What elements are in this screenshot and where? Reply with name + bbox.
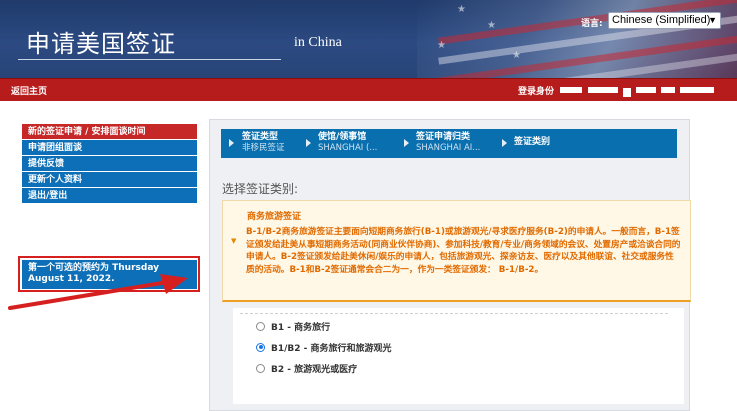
sidebar-item-new-application[interactable]: 新的签证申请 / 安排面谈时间 <box>22 124 197 140</box>
step-arrow-icon <box>502 139 507 147</box>
annotation-arrow-icon <box>8 274 188 310</box>
step-visa-type: 签证类型 非移民签证 <box>242 132 285 154</box>
step-visa-category: 签证类别 <box>514 137 550 148</box>
site-header: ★ ★ ★ ★ 申请美国签证 in China 语言: Chinese (Sim… <box>0 0 737 78</box>
sidebar-item-feedback[interactable]: 提供反馈 <box>22 156 197 172</box>
step-name: 签证申请归类 <box>416 132 471 142</box>
sidebar-item-logout[interactable]: 退出/登出 <box>22 188 197 204</box>
language-label: 语言: <box>581 19 603 29</box>
step-name: 签证类型 <box>242 132 279 142</box>
option-b1-b2[interactable]: B1/B2 - 商务旅行和旅游观光 <box>256 341 392 354</box>
caret-down-icon: ▼ <box>231 237 237 245</box>
step-value: 非移民签证 <box>242 143 285 153</box>
home-link[interactable]: 返回主页 <box>11 84 47 97</box>
info-title: 商务旅游签证 <box>247 212 302 222</box>
top-nav-bar: 返回主页 登录身份 <box>0 78 737 101</box>
radio-button-checked[interactable] <box>256 342 265 352</box>
step-name: 签证类别 <box>514 137 551 147</box>
site-subtitle: in China <box>294 35 342 50</box>
redacted-username-part <box>636 87 656 93</box>
option-label: B1/B2 - 商务旅行和旅游观光 <box>271 343 392 354</box>
sidebar-menu: 新的签证申请 / 安排面谈时间 申请团组面谈 提供反馈 更新个人资料 退出/登出 <box>22 124 197 204</box>
chevron-down-icon: ▼ <box>708 15 717 25</box>
title-underline <box>18 59 281 60</box>
step-value: SHANGHAI AI... <box>416 143 481 153</box>
step-value: SHANGHAI (... <box>318 143 378 153</box>
step-name: 使馆/领事馆 <box>318 132 367 142</box>
info-description: B-1/B-2商务旅游签证主要面向短期商务旅行(B-1)或旅游观光/寻求医疗服务… <box>246 227 681 275</box>
step-consulate: 使馆/领事馆 SHANGHAI (... <box>318 132 377 154</box>
option-b1[interactable]: B1 - 商务旅行 <box>256 320 331 333</box>
language-select[interactable]: Chinese (Simplified) ▼ <box>608 12 721 29</box>
redacted-username-part <box>680 87 714 93</box>
sidebar-item-group-interview[interactable]: 申请团组面谈 <box>22 140 197 156</box>
option-label: B1 - 商务旅行 <box>271 322 331 333</box>
progress-steps: 签证类型 非移民签证 使馆/领事馆 SHANGHAI (... 签证申请归类 S… <box>221 129 677 158</box>
redacted-username <box>560 87 582 93</box>
login-identity-label: 登录身份 <box>518 87 555 97</box>
radio-button[interactable] <box>256 363 265 373</box>
sidebar-item-update-profile[interactable]: 更新个人资料 <box>22 172 197 188</box>
language-selected-value: Chinese (Simplified) <box>612 14 711 26</box>
step-application-category: 签证申请归类 SHANGHAI AI... <box>416 132 480 154</box>
redacted-username-part <box>623 88 631 97</box>
site-title: 申请美国签证 <box>26 30 176 58</box>
radio-button[interactable] <box>256 321 265 331</box>
redacted-username-part <box>588 87 618 93</box>
section-title: 选择签证类别: <box>222 182 299 196</box>
redacted-username-part <box>661 87 675 93</box>
option-label: B2 - 旅游观光或医疗 <box>271 364 358 375</box>
options-divider <box>240 313 668 314</box>
step-arrow-icon <box>306 139 311 147</box>
step-arrow-icon <box>229 139 234 147</box>
step-arrow-icon <box>404 139 409 147</box>
option-b2[interactable]: B2 - 旅游观光或医疗 <box>256 362 358 375</box>
